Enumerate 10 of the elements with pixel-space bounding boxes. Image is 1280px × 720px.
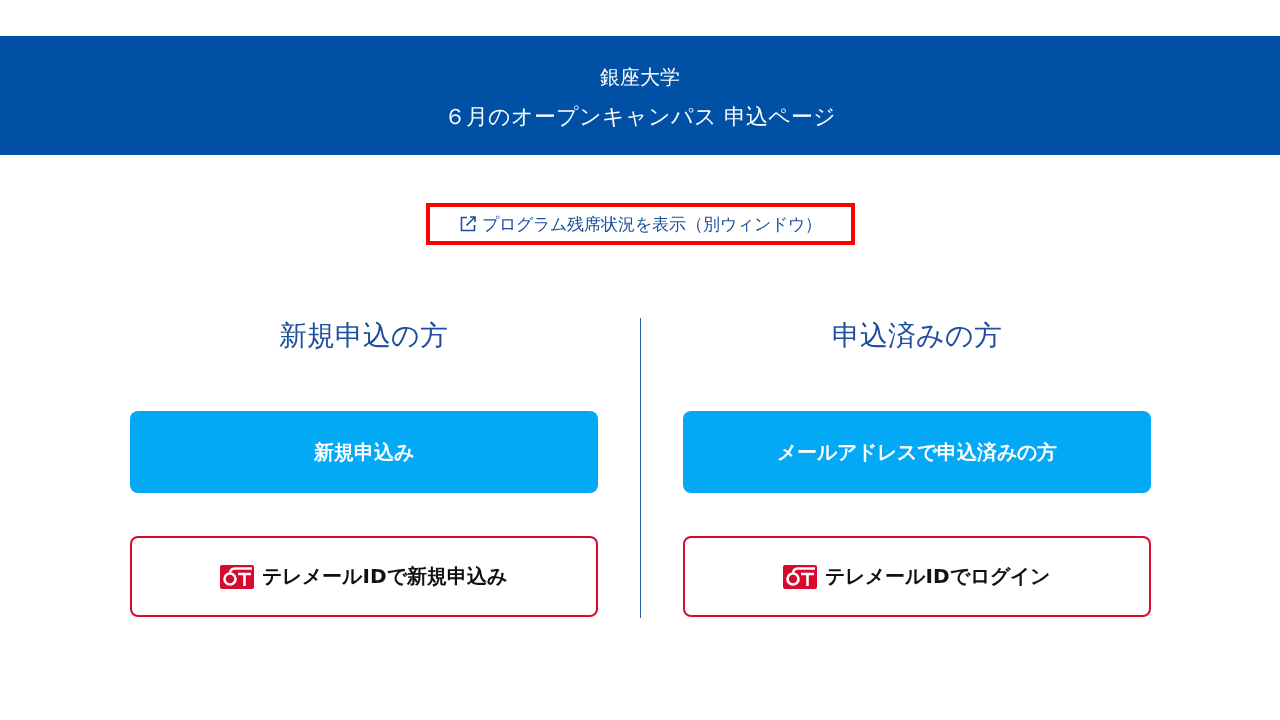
column-heading: 新規申込の方 (278, 318, 449, 354)
external-link-icon (458, 215, 477, 233)
telemail-button[interactable]: テレメールIDで新規申込み (129, 536, 598, 617)
column-heading: 申込済みの方 (830, 318, 1003, 354)
telemail-button[interactable]: テレメールIDでログイン (682, 536, 1151, 617)
university-name: 銀座大学 (600, 64, 680, 91)
telemail-logo-icon (220, 564, 255, 589)
page-title: ６月のオープンキャンパス 申込ページ (444, 103, 836, 131)
telemail-logo-icon (783, 564, 818, 589)
availability-link[interactable]: プログラム残席状況を表示（別ウィンドウ） (458, 212, 822, 236)
